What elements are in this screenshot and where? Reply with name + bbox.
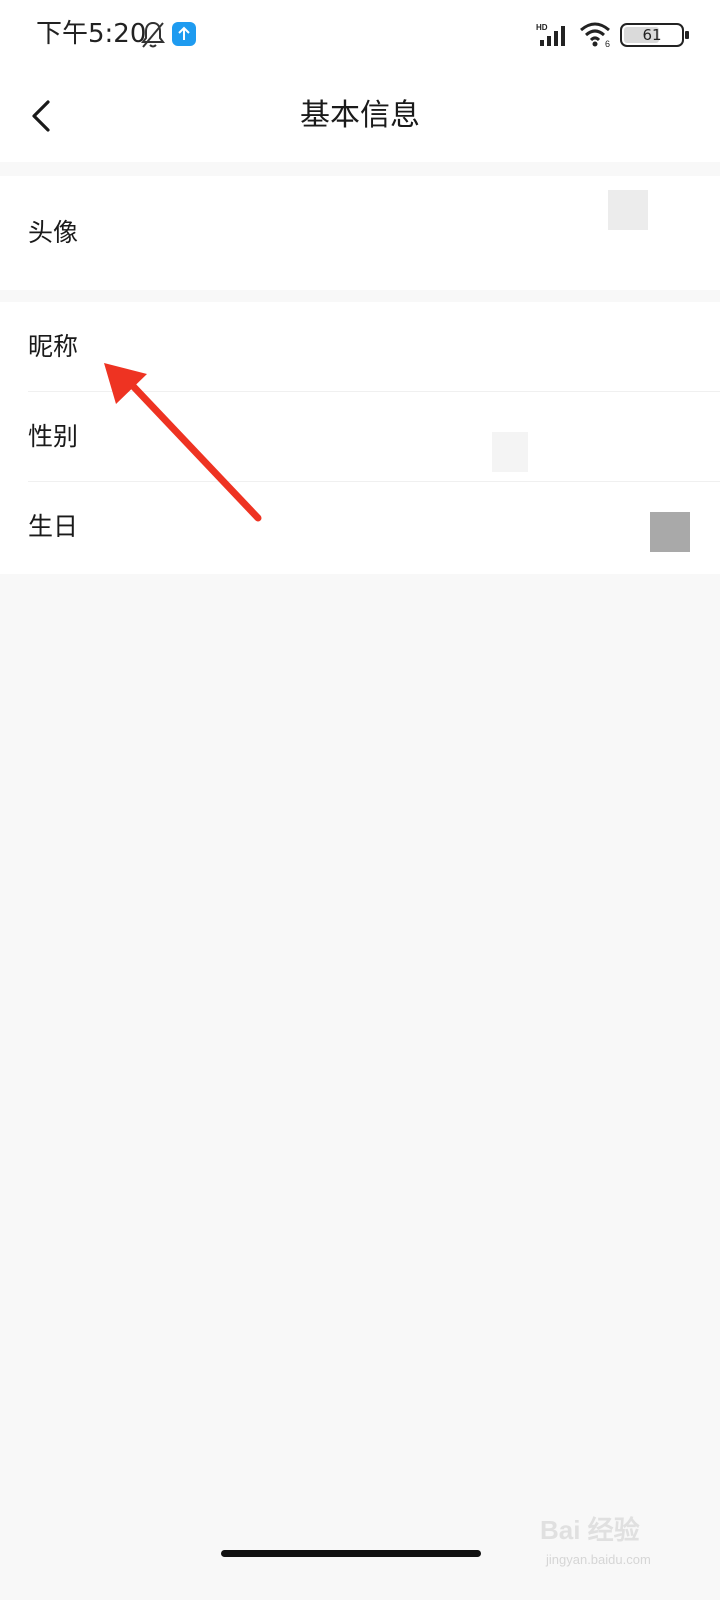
header: 基本信息: [0, 70, 720, 162]
gender-label: 性别: [28, 422, 79, 451]
avatar[interactable]: [608, 190, 648, 230]
mute-bell-icon: [141, 21, 165, 48]
chevron-left-icon: [32, 100, 50, 132]
birthday-row[interactable]: 生日: [0, 482, 720, 574]
basic-info-section: 昵称 性别 生日: [0, 302, 720, 574]
gender-row[interactable]: 性别: [0, 392, 720, 482]
battery-icon: 61: [620, 22, 692, 48]
birthday-value: [650, 512, 690, 552]
gender-value: [492, 432, 528, 472]
hd-signal-icon: HD: [536, 23, 565, 46]
avatar-row[interactable]: 头像: [0, 176, 720, 290]
upload-badge-icon: [172, 22, 196, 46]
nickname-row[interactable]: 昵称: [0, 302, 720, 392]
avatar-section: 头像: [0, 176, 720, 290]
page-title: 基本信息: [300, 98, 420, 133]
nickname-label: 昵称: [28, 332, 79, 361]
status-time: 下午5:20: [36, 19, 147, 49]
svg-text:6: 6: [605, 39, 610, 48]
watermark-logo: Bai 经验: [540, 1515, 640, 1545]
watermark-url: jingyan.baidu.com: [546, 1552, 651, 1567]
svg-text:HD: HD: [536, 23, 548, 32]
watermark: Bai 经验 jingyan.baidu.com: [540, 1496, 700, 1576]
wifi-icon: 6: [580, 22, 610, 48]
battery-level: 61: [642, 26, 662, 44]
home-indicator[interactable]: [221, 1550, 481, 1557]
birthday-label: 生日: [28, 512, 79, 541]
back-button[interactable]: [22, 94, 66, 138]
avatar-label: 头像: [28, 218, 79, 247]
status-bar: 下午5:20 HD 6 61: [0, 0, 720, 70]
